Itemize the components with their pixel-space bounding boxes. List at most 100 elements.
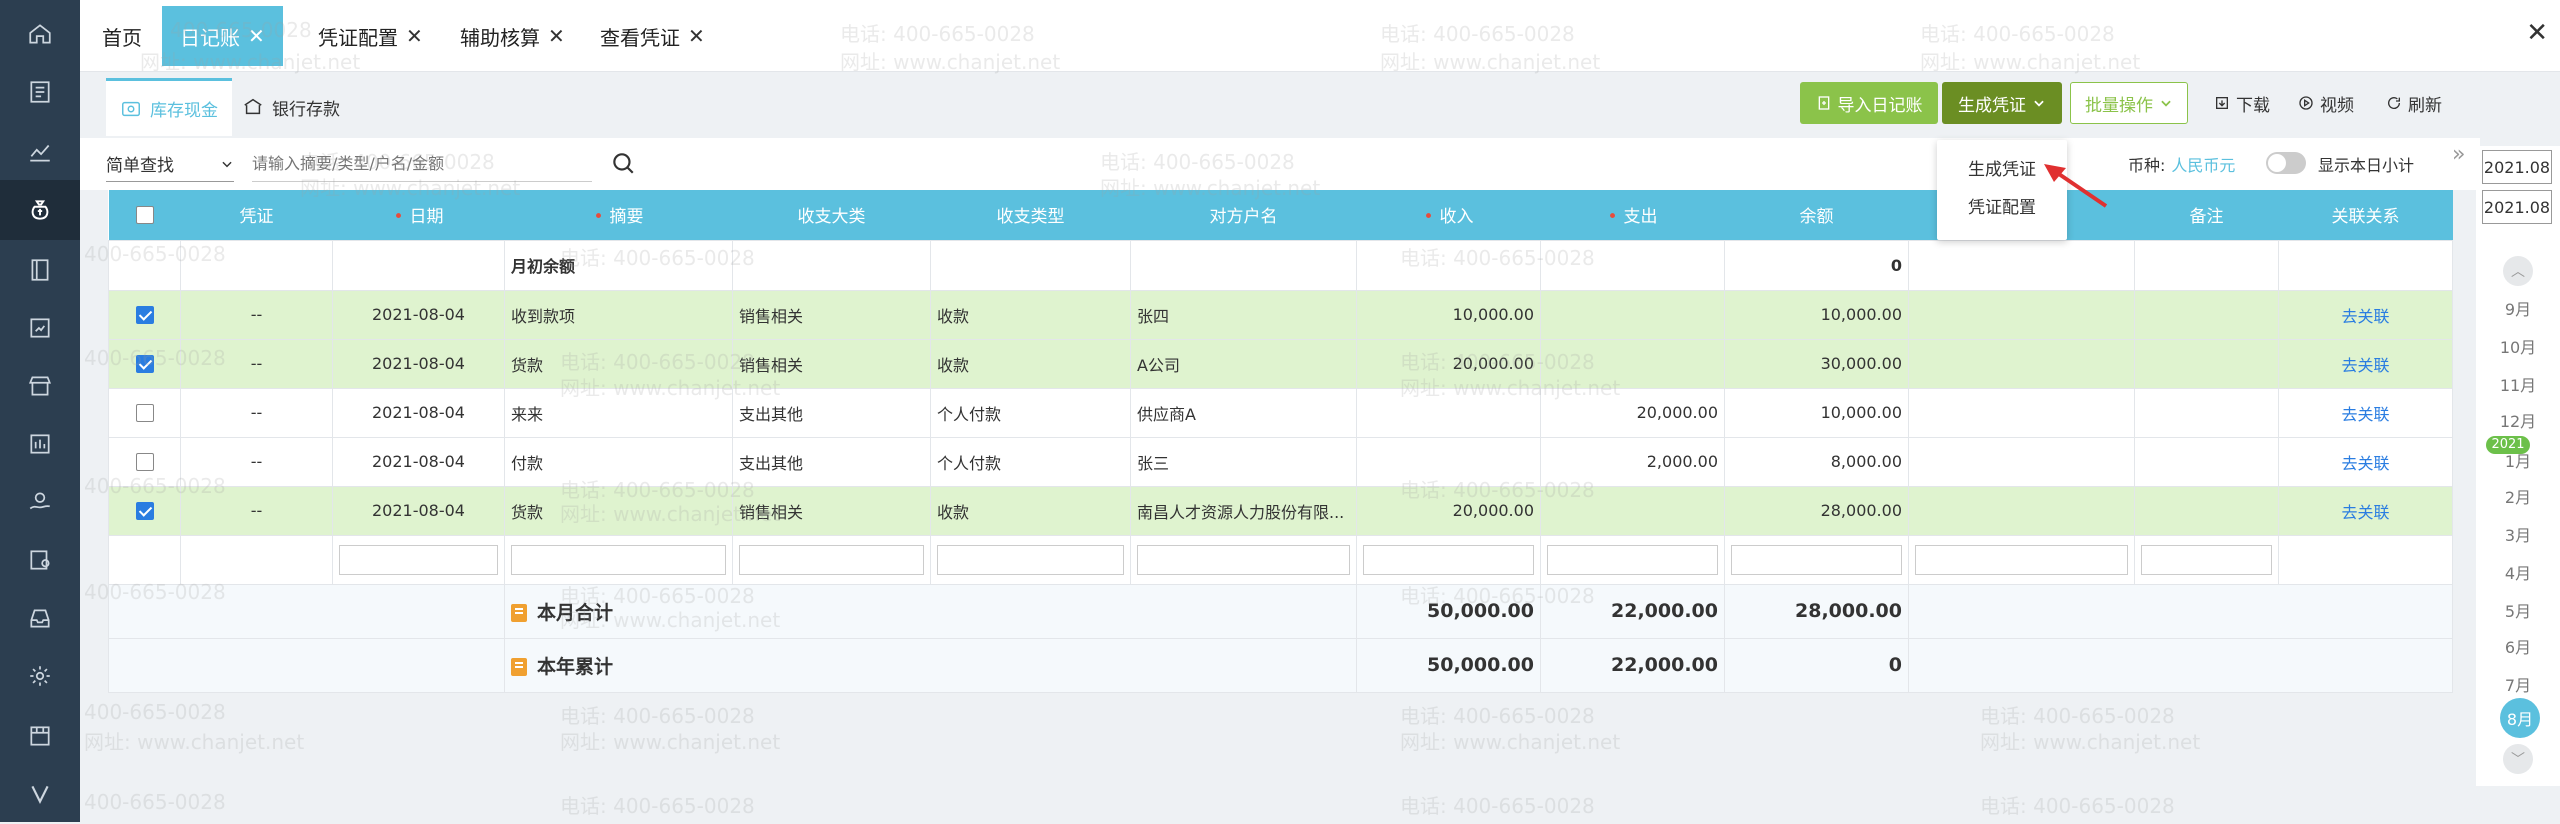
month-item[interactable]: 11月 [2476, 372, 2560, 396]
invoice-icon[interactable] [0, 414, 80, 474]
date-cell[interactable]: 2021-08-04 [332, 338, 505, 389]
new-balance-input[interactable] [1731, 544, 1902, 575]
party-cell[interactable]: 张三 [1130, 436, 1357, 487]
new-expense-input[interactable] [1547, 544, 1718, 575]
row-checkbox[interactable] [135, 306, 154, 325]
note-cell[interactable] [2134, 485, 2279, 536]
party-cell[interactable]: 张四 [1130, 289, 1357, 340]
summary-cell[interactable]: 货款 [504, 485, 733, 536]
gear-icon[interactable] [0, 646, 80, 706]
new-type-input[interactable] [937, 544, 1124, 575]
new-note-input[interactable] [2141, 544, 2272, 575]
income-cell[interactable]: 20,000.00 [1356, 338, 1541, 389]
home-icon[interactable] [0, 4, 80, 64]
income-cell[interactable] [1356, 387, 1541, 438]
relation-link[interactable]: 去关联 [2278, 485, 2453, 536]
expense-cell[interactable]: 20,000.00 [1540, 387, 1725, 438]
generate-voucher-button[interactable]: 生成凭证 [1942, 82, 2062, 124]
summary-cell[interactable]: 付款 [504, 436, 733, 487]
tab-view-voucher[interactable]: 查看凭证 ✕ [600, 6, 705, 66]
report-icon[interactable] [0, 298, 80, 358]
ledger-icon[interactable] [0, 62, 80, 122]
search-icon[interactable] [610, 150, 636, 176]
note-cell[interactable] [2134, 387, 2279, 438]
close-icon[interactable]: ✕ [248, 24, 265, 48]
row-checkbox[interactable] [135, 453, 154, 472]
income-cell[interactable]: 20,000.00 [1356, 485, 1541, 536]
subtab-cash[interactable]: 库存现金 [106, 78, 232, 136]
new-category-input[interactable] [739, 544, 924, 575]
month-item[interactable]: 10月 [2476, 334, 2560, 358]
date-cell[interactable]: 2021-08-04 [332, 485, 505, 536]
table-row[interactable]: -- 2021-08-04 来来 支出其他 个人付款 供应商A 20,000.0… [108, 387, 2453, 438]
table-row[interactable]: -- 2021-08-04 付款 支出其他 个人付款 张三 2,000.00 8… [108, 436, 2453, 487]
month-item[interactable]: 3月 [2476, 522, 2560, 546]
date-cell[interactable]: 2021-08-04 [332, 436, 505, 487]
import-journal-button[interactable]: 导入日记账 [1800, 82, 1938, 124]
tab-journal[interactable]: 日记账 ✕ [162, 6, 283, 66]
expense-cell[interactable] [1540, 485, 1725, 536]
month-item[interactable]: 7月 [2476, 672, 2560, 696]
batch-operation-button[interactable]: 批量操作 [2070, 82, 2188, 124]
date-cell[interactable]: 2021-08-04 [332, 289, 505, 340]
expense-cell[interactable]: 2,000.00 [1540, 436, 1725, 487]
expand-panel-icon[interactable]: » [2452, 142, 2478, 168]
inbox-icon[interactable] [0, 588, 80, 648]
chevron-up-icon[interactable]: ︿ [2503, 256, 2533, 286]
currency-value[interactable]: 人民币元 [2171, 156, 2235, 175]
month-item[interactable]: 6月 [2476, 634, 2560, 658]
video-button[interactable]: 视频 [2298, 82, 2354, 124]
money-bag-icon[interactable] [0, 180, 80, 240]
month-item[interactable]: 1月 [2476, 448, 2560, 472]
refresh-button[interactable]: 刷新 [2386, 82, 2442, 124]
table-row[interactable]: -- 2021-08-04 货款 销售相关 收款 A公司 20,000.00 3… [108, 338, 2453, 389]
period-end[interactable]: 2021.08 [2482, 190, 2552, 224]
close-icon[interactable]: ✕ [688, 24, 705, 48]
new-date-input[interactable] [339, 544, 498, 575]
daily-subtotal-toggle[interactable] [2266, 152, 2306, 174]
select-all-checkbox[interactable] [135, 205, 154, 224]
period-start[interactable]: 2021.08 [2482, 150, 2552, 184]
type-cell[interactable]: 收款 [930, 289, 1131, 340]
party-cell[interactable]: 南昌人才资源人力股份有限... [1130, 485, 1357, 536]
summary-cell[interactable]: 来来 [504, 387, 733, 438]
download-button[interactable]: 下载 [2214, 82, 2270, 124]
new-blank-input[interactable] [1915, 544, 2128, 575]
new-party-input[interactable] [1137, 544, 1350, 575]
table-row[interactable]: -- 2021-08-04 货款 销售相关 收款 南昌人才资源人力股份有限...… [108, 485, 2453, 536]
hand-coin-icon[interactable] [0, 472, 80, 532]
type-cell[interactable]: 收款 [930, 338, 1131, 389]
note-cell[interactable] [2134, 338, 2279, 389]
new-income-input[interactable] [1363, 544, 1534, 575]
month-item[interactable]: 2月 [2476, 484, 2560, 508]
income-cell[interactable]: 10,000.00 [1356, 289, 1541, 340]
relation-link[interactable]: 去关联 [2278, 387, 2453, 438]
month-item[interactable]: 9月 [2476, 296, 2560, 320]
asset-icon[interactable] [0, 530, 80, 590]
tab-voucher-config[interactable]: 凭证配置 ✕ [318, 6, 423, 66]
search-input[interactable] [252, 146, 592, 182]
active-month[interactable]: 8月 [2500, 698, 2540, 738]
month-item[interactable]: 5月 [2476, 598, 2560, 622]
type-cell[interactable]: 个人付款 [930, 387, 1131, 438]
expense-cell[interactable] [1540, 289, 1725, 340]
summary-cell[interactable]: 货款 [504, 338, 733, 389]
new-summary-input[interactable] [511, 544, 726, 575]
row-checkbox[interactable] [135, 502, 154, 521]
tab-home[interactable]: 首页 [102, 6, 142, 66]
note-cell[interactable] [2134, 289, 2279, 340]
month-item[interactable]: 12月 [2476, 408, 2560, 432]
tab-aux-accounting[interactable]: 辅助核算 ✕ [460, 6, 565, 66]
table-row[interactable]: -- 2021-08-04 收到款项 销售相关 收款 张四 10,000.00 … [108, 289, 2453, 340]
relation-link[interactable]: 去关联 [2278, 289, 2453, 340]
income-cell[interactable] [1356, 436, 1541, 487]
category-cell[interactable]: 支出其他 [732, 436, 931, 487]
type-cell[interactable]: 个人付款 [930, 436, 1131, 487]
book-icon[interactable] [0, 240, 80, 300]
relation-link[interactable]: 去关联 [2278, 338, 2453, 389]
subtab-bank[interactable]: 银行存款 [228, 78, 354, 136]
store-icon[interactable] [0, 356, 80, 416]
party-cell[interactable]: 供应商A [1130, 387, 1357, 438]
summary-cell[interactable]: 收到款项 [504, 289, 733, 340]
film-icon[interactable] [0, 706, 80, 766]
